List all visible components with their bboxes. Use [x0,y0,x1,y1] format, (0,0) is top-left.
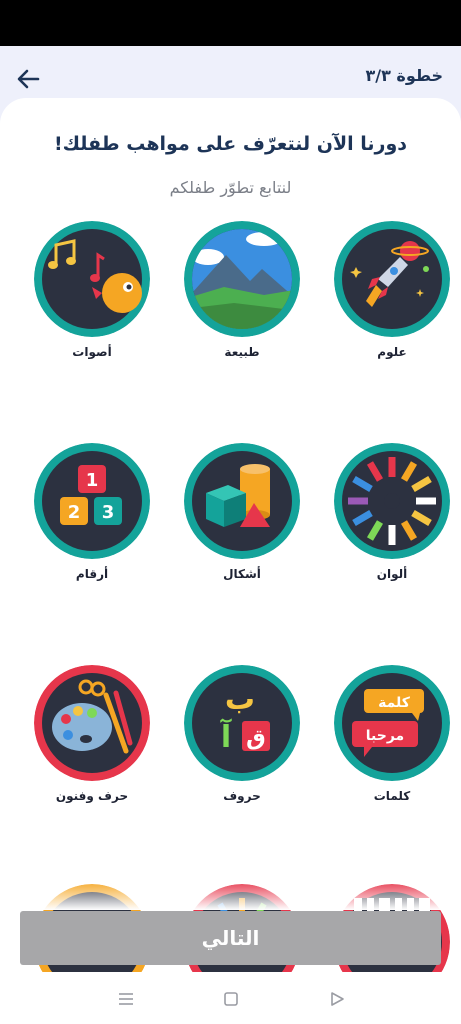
category-label: أشكال [223,567,261,581]
category-tile-shapes[interactable]: أشكال [182,443,302,581]
menu-icon [119,993,133,1005]
word-bubble-bottom: مرحبا [366,728,404,744]
back-nav-button[interactable] [328,990,346,1008]
category-label: أرقام [75,567,109,581]
category-label: كلمات [373,789,411,803]
music-notes-bird-icon [34,221,150,337]
home-nav-button[interactable] [222,990,240,1008]
category-tile-numbers[interactable]: 1 2 3 أرقام [32,443,152,581]
header: خطوة ٣/٣ [0,46,461,106]
block-number-right: 3 [102,502,115,523]
back-button[interactable] [14,64,44,94]
category-label: حروف [223,789,261,803]
arrow-left-icon [17,69,40,89]
color-wheel-icon [334,443,450,559]
arabic-letters-icon: ب آ ق [184,665,300,781]
shapes-3d-icon [184,443,300,559]
category-tile-science[interactable]: علوم [332,221,452,359]
scroll-fade [0,880,461,910]
mountain-landscape-icon [184,221,300,337]
science-icon-circle [334,221,450,337]
next-button[interactable]: التالي [20,911,441,965]
back-triangle-icon [331,992,344,1006]
home-square-icon [224,992,238,1006]
number-blocks-icon: 1 2 3 [34,443,150,559]
word-bubble-top: كلمة [378,695,411,711]
block-number-top: 1 [86,470,99,491]
letter-right: ق [246,726,266,751]
numbers-icon-circle: 1 2 3 [34,443,150,559]
word-bubbles-icon: كلمة مرحبا [334,665,450,781]
status-bar [0,0,461,46]
menu-nav-button[interactable] [117,990,135,1008]
category-label: علوم [377,345,407,359]
category-label: أصوات [72,345,112,359]
nature-icon-circle [184,221,300,337]
page-subtitle: لنتابع تطوّر طفلكم [169,178,292,197]
page-title: دورنا الآن لنتعرّف على مواهب طفلك! [53,133,408,155]
system-nav-bar [0,972,461,1024]
letter-left: آ [220,718,232,755]
arts-icon-circle [34,665,150,781]
words-icon-circle: كلمة مرحبا [334,665,450,781]
sounds-icon-circle [34,221,150,337]
category-tile-words[interactable]: كلمة مرحبا كلمات [332,665,452,803]
category-tile-sounds[interactable]: أصوات [32,221,152,359]
category-label: حرف وفنون [55,789,129,803]
colors-icon-circle [334,443,450,559]
rocket-planet-icon [334,221,450,337]
letters-icon-circle: ب آ ق [184,665,300,781]
category-tile-colors[interactable]: ألوان [332,443,452,581]
letter-top: ب [225,682,255,717]
step-indicator: خطوة ٣/٣ [365,66,443,85]
block-number-left: 2 [68,502,81,523]
category-tile-letters[interactable]: ب آ ق حروف [182,665,302,803]
category-tile-arts-crafts[interactable]: حرف وفنون [32,665,152,803]
paint-palette-icon [34,665,150,781]
category-label: طبيعة [224,345,260,359]
category-tile-nature[interactable]: طبيعة [182,221,302,359]
shapes-icon-circle [184,443,300,559]
category-label: ألوان [376,567,408,581]
